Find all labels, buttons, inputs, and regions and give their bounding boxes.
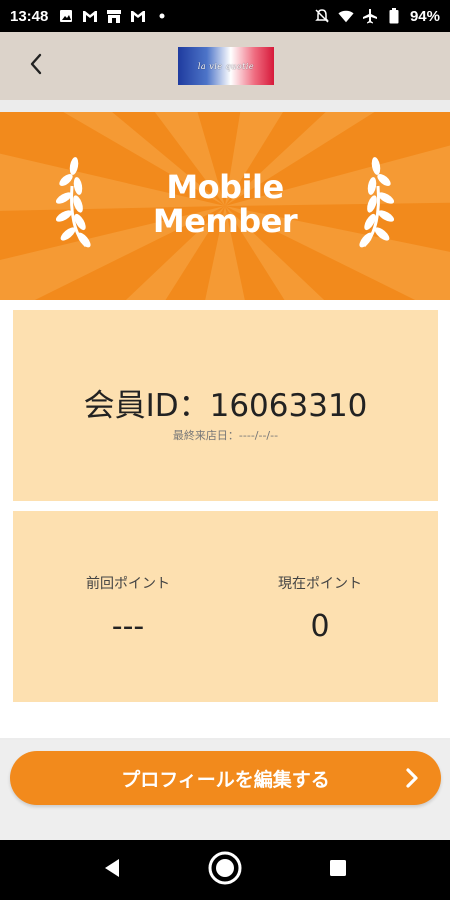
member-id-value: 16063310 (209, 388, 368, 424)
edit-profile-button[interactable]: プロフィールを編集する (10, 751, 441, 805)
dot-icon (154, 8, 170, 24)
points-card: 前回ポイント --- 現在ポイント 0 (13, 511, 438, 702)
banner-title-line1: Mobile (166, 168, 284, 206)
logo-text: la vie quotie (197, 61, 255, 71)
previous-points-value: --- (111, 609, 145, 644)
banner-title-line2: Member (152, 202, 298, 240)
notification-icons (58, 8, 170, 24)
previous-points-label: 前回ポイント (86, 576, 170, 592)
gmail-icon (130, 8, 146, 24)
current-points-value: 0 (310, 609, 330, 644)
home-circle-icon (208, 851, 242, 889)
gmail-icon (82, 8, 98, 24)
member-id: 会員ID：16063310 (13, 380, 438, 425)
mute-icon (314, 8, 330, 24)
member-id-card: 会員ID：16063310 最終来店日：----/--/-- (13, 310, 438, 501)
image-icon (58, 8, 74, 24)
airplane-icon (362, 8, 378, 24)
brand-logo: la vie quotie (178, 47, 274, 85)
nav-home-button[interactable] (208, 851, 242, 889)
battery-icon (386, 8, 402, 24)
store-icon (106, 8, 122, 24)
nav-back-button[interactable] (96, 854, 128, 886)
back-button[interactable] (18, 48, 54, 84)
system-status-icons: 94% (314, 8, 440, 25)
nav-recents-button[interactable] (322, 854, 354, 886)
wifi-icon (338, 8, 354, 24)
chevron-right-icon (401, 766, 423, 790)
last-visit-date: 最終来店日：----/--/-- (172, 429, 279, 442)
battery-percent: 94% (409, 7, 440, 25)
chevron-left-icon (28, 52, 44, 80)
member-id-label: 会員ID： (83, 388, 210, 424)
banner-title: Mobile Member (0, 170, 450, 238)
status-bar: 13:48 94% (0, 0, 450, 32)
recents-square-icon (329, 859, 347, 881)
back-triangle-icon (103, 858, 121, 882)
edit-profile-label: プロフィールを編集する (121, 768, 330, 791)
status-time: 13:48 (10, 7, 49, 25)
current-points-label: 現在ポイント (278, 576, 362, 592)
system-nav-bar (0, 840, 450, 900)
mobile-member-banner: Mobile Member (0, 112, 450, 300)
